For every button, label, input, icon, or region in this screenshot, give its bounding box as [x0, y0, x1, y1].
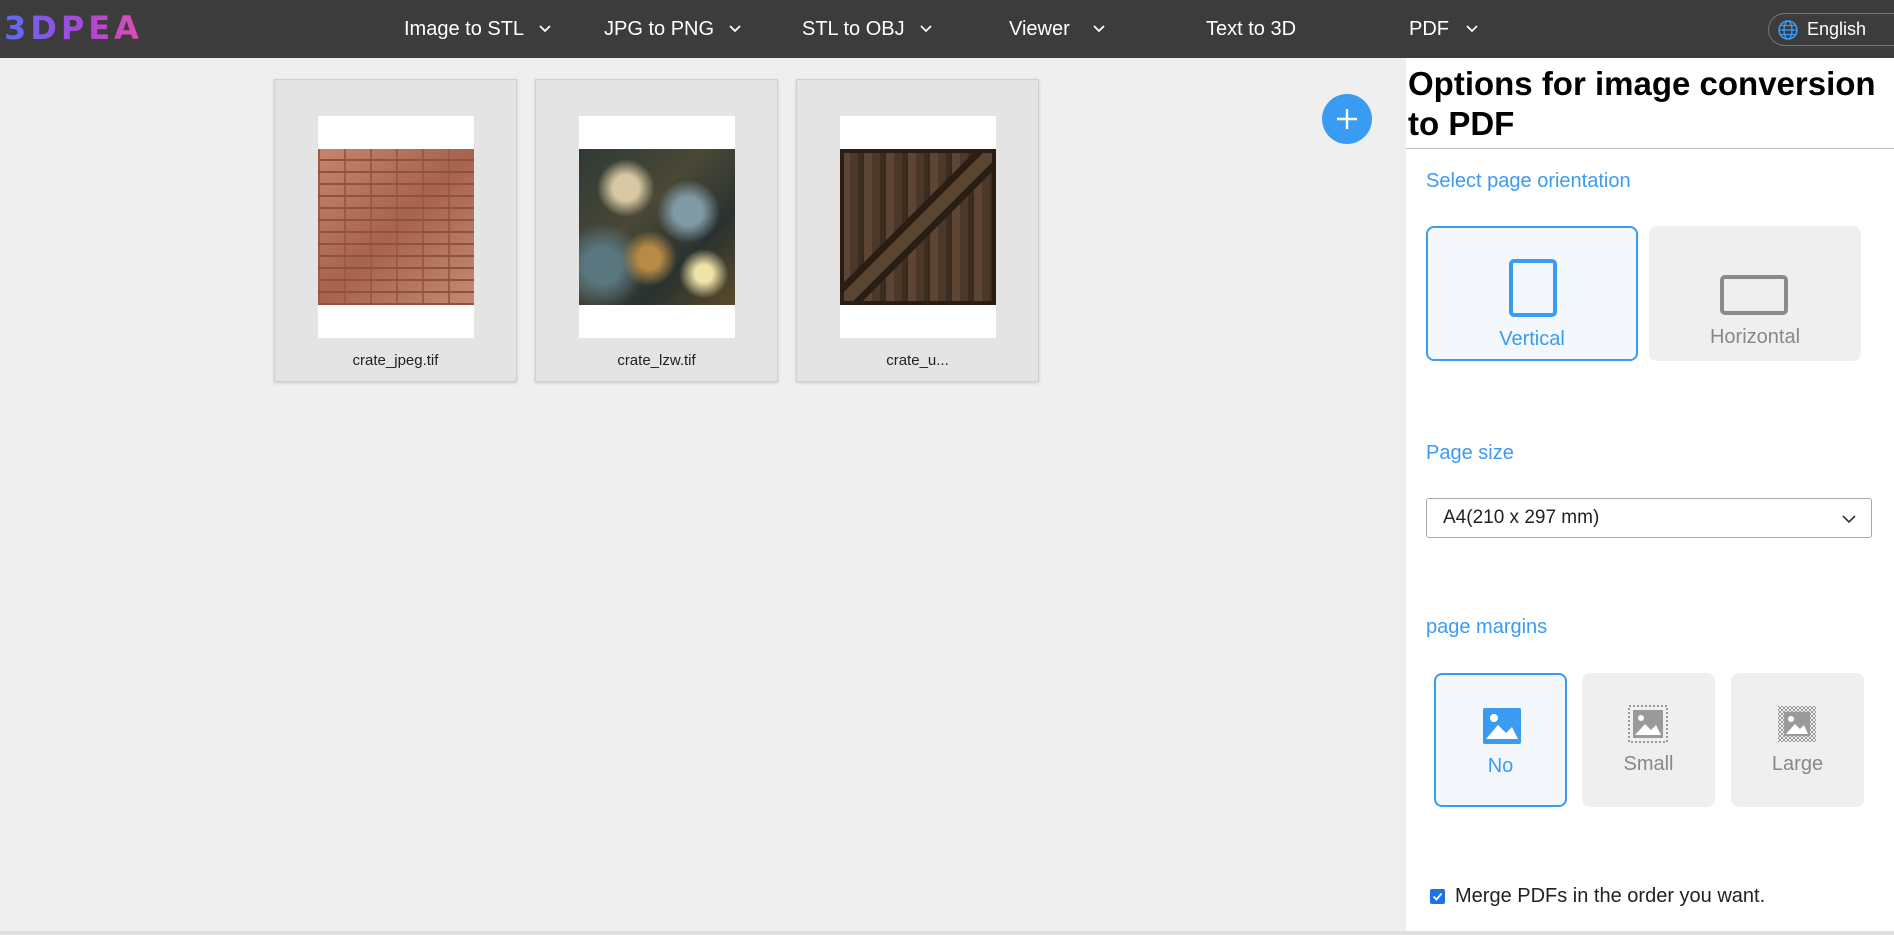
chevron-down-icon [1466, 25, 1478, 33]
nav-stl-to-obj[interactable]: STL to OBJ [802, 0, 933, 58]
merge-label: Merge PDFs in the order you want. [1455, 885, 1766, 907]
nav-label: JPG to PNG [604, 17, 715, 40]
margins-label: page margins [1426, 616, 1548, 638]
orientation-label-vertical: Vertical [1499, 328, 1565, 350]
language-label: English [1807, 19, 1867, 39]
thumbnail-image [840, 149, 996, 305]
page-preview [840, 116, 996, 338]
chevron-down-icon [1093, 25, 1105, 33]
nav-text-to-3d[interactable]: Text to 3D [1206, 0, 1296, 58]
margin-large-option[interactable]: Large [1731, 673, 1864, 807]
bottom-border [0, 931, 1894, 935]
svg-text:3DPEA: 3DPEA [4, 10, 143, 46]
chevron-down-icon [1842, 515, 1856, 524]
nav-label: Viewer [1009, 17, 1070, 40]
page-size-label: Page size [1426, 442, 1514, 464]
divider [1406, 148, 1894, 149]
landscape-page-icon [1720, 275, 1788, 315]
page-size-value: A4(210 x 297 mm) [1443, 507, 1600, 528]
margin-no-option[interactable]: No [1434, 673, 1567, 807]
orientation-label: Select page orientation [1426, 170, 1631, 192]
nav-label: STL to OBJ [802, 17, 905, 40]
plus-icon [1337, 109, 1357, 129]
add-file-button[interactable] [1322, 94, 1372, 144]
margin-label-small: Small [1623, 753, 1674, 775]
image-no-margin-icon [1483, 708, 1521, 744]
globe-icon [1778, 19, 1798, 40]
nav-label: Image to STL [404, 17, 525, 40]
chevron-down-icon [920, 25, 932, 33]
panel-title: Options for image conversion to PDF [1408, 65, 1876, 142]
nav-jpg-to-png[interactable]: JPG to PNG [604, 0, 742, 58]
merge-checkbox[interactable] [1430, 889, 1445, 904]
margin-small-option[interactable]: Small [1582, 673, 1715, 807]
language-selector[interactable]: English [1768, 13, 1894, 46]
page-preview [579, 116, 735, 338]
merge-option: Merge PDFs in the order you want. [1430, 885, 1765, 908]
logo[interactable]: 3DPEA [4, 10, 164, 46]
chevron-down-icon [729, 25, 741, 33]
image-small-margin-icon [1628, 705, 1668, 743]
chevron-down-icon [539, 25, 551, 33]
nav-label: PDF [1409, 17, 1449, 40]
file-card[interactable]: crate_u... [796, 79, 1039, 382]
image-large-margin-icon [1778, 706, 1816, 742]
top-navigation-bar: 3DPEA Image to STL JPG to PNG STL to OBJ… [0, 0, 1894, 58]
logo-mark: 3DPEA [4, 10, 143, 46]
file-name: crate_jpeg.tif [352, 352, 439, 369]
margin-label-no: No [1487, 755, 1514, 777]
file-card[interactable]: crate_lzw.tif [535, 79, 778, 382]
file-name: crate_u... [886, 352, 949, 369]
thumbnail-image [318, 149, 474, 305]
page-size-select[interactable]: A4(210 x 297 mm) [1426, 498, 1872, 538]
nav-label: Text to 3D [1206, 17, 1297, 40]
page-preview [318, 116, 474, 338]
orientation-vertical-option[interactable]: Vertical [1426, 226, 1638, 361]
orientation-horizontal-option[interactable]: Horizontal [1649, 226, 1861, 361]
nav-pdf[interactable]: PDF [1409, 0, 1479, 58]
margin-label-large: Large [1771, 753, 1824, 775]
thumbnail-image [579, 149, 735, 305]
checkmark-icon [1432, 892, 1443, 901]
portrait-page-icon [1509, 259, 1557, 317]
file-name: crate_lzw.tif [617, 352, 696, 369]
options-panel: Options for image conversion to PDF Sele… [1406, 58, 1894, 935]
orientation-label-horizontal: Horizontal [1709, 326, 1801, 348]
nav-image-to-stl[interactable]: Image to STL [404, 0, 552, 58]
nav-viewer[interactable]: Viewer [1009, 0, 1106, 58]
file-card[interactable]: crate_jpeg.tif [274, 79, 517, 382]
